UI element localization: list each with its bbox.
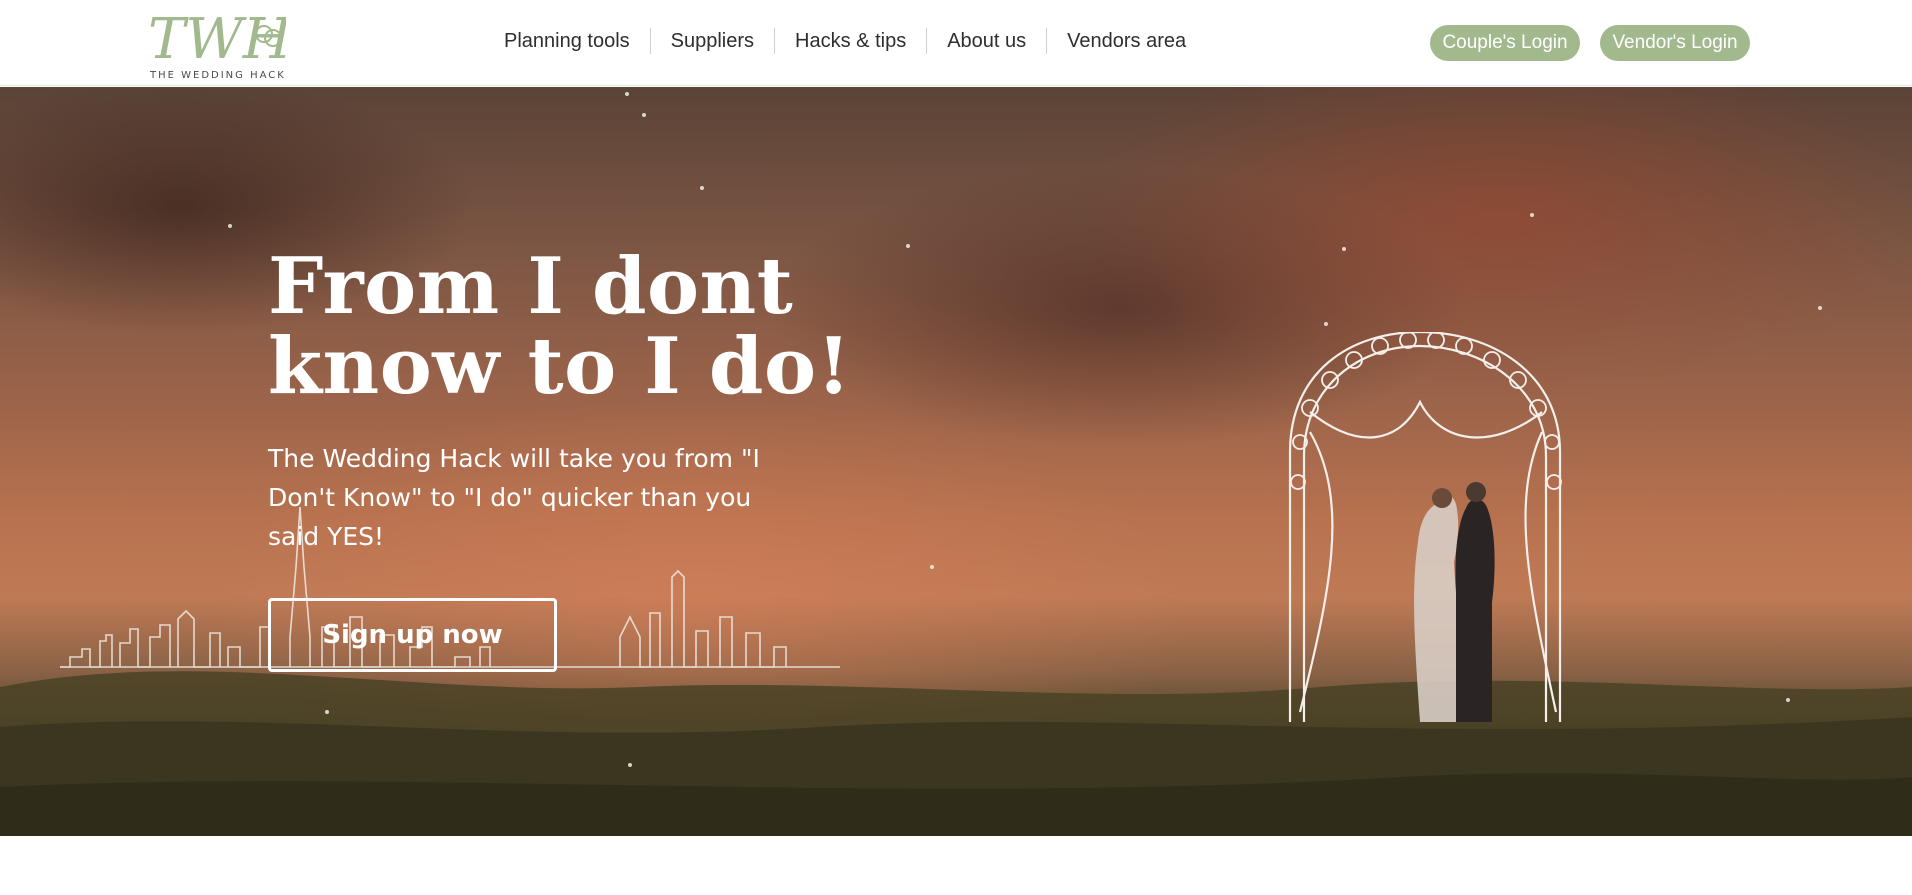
site-header: TWH THE WEDDING HACK Planning tools Supp… bbox=[0, 0, 1912, 86]
nav-item-suppliers[interactable]: Suppliers bbox=[651, 26, 774, 56]
monogram-logo-icon: TWH bbox=[148, 7, 286, 70]
sign-up-button[interactable]: Sign up now bbox=[268, 598, 557, 672]
main-nav: Planning tools Suppliers Hacks & tips Ab… bbox=[484, 26, 1206, 56]
hero-banner: From I dont know to I do! The Wedding Ha… bbox=[0, 87, 1912, 836]
nav-item-planning-tools[interactable]: Planning tools bbox=[484, 26, 650, 56]
vendor-login-button[interactable]: Vendor's Login bbox=[1600, 25, 1750, 61]
nav-item-vendors-area[interactable]: Vendors area bbox=[1047, 26, 1206, 56]
hero-subtitle: The Wedding Hack will take you from "I D… bbox=[268, 444, 760, 551]
brand-name: THE WEDDING HACK bbox=[150, 70, 286, 81]
nav-item-about-us[interactable]: About us bbox=[927, 26, 1046, 56]
nav-item-hacks-tips[interactable]: Hacks & tips bbox=[775, 26, 926, 56]
couple-login-button[interactable]: Couple's Login bbox=[1430, 25, 1580, 61]
hero-title-line-1: From I dont bbox=[268, 241, 794, 332]
hero-title: From I dont know to I do! bbox=[268, 247, 908, 407]
hero-title-line-2: know to I do! bbox=[268, 321, 852, 412]
couple-under-floral-arch-illustration bbox=[1288, 332, 1562, 722]
logo[interactable]: TWH THE WEDDING HACK bbox=[146, 4, 286, 81]
